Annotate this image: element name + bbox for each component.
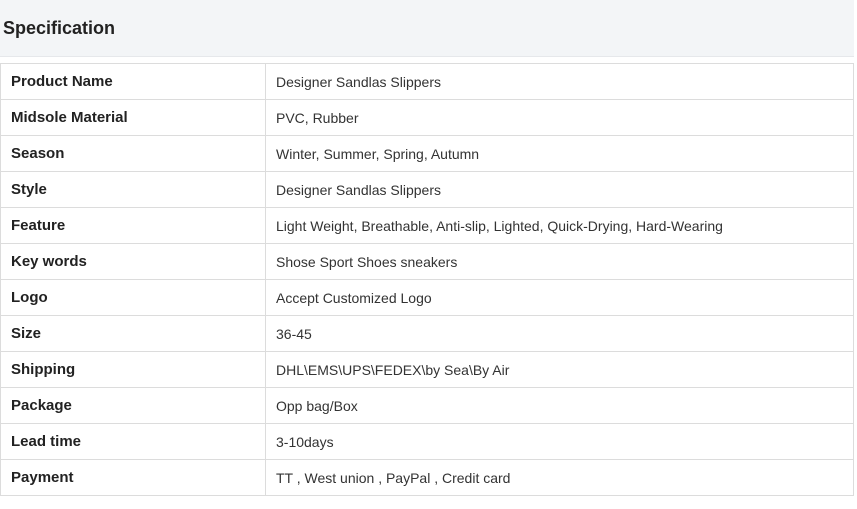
spec-table: Product Name Designer Sandlas Slippers M… <box>0 63 854 496</box>
row-value: Opp bag/Box <box>265 387 854 424</box>
table-row: Midsole Material PVC, Rubber <box>0 99 854 136</box>
table-row: Logo Accept Customized Logo <box>0 279 854 316</box>
page-title: Specification <box>3 17 116 38</box>
row-label: Style <box>0 171 266 208</box>
row-value: 36-45 <box>265 315 854 352</box>
row-label: Midsole Material <box>0 99 266 136</box>
table-row: Season Winter, Summer, Spring, Autumn <box>0 135 854 172</box>
row-value: Winter, Summer, Spring, Autumn <box>265 135 854 172</box>
table-row: Key words Shose Sport Shoes sneakers <box>0 243 854 280</box>
row-value: DHL\EMS\UPS\FEDEX\by Sea\By Air <box>265 351 854 388</box>
row-label: Product Name <box>0 63 266 100</box>
row-label: Payment <box>0 459 266 496</box>
row-label: Shipping <box>0 351 266 388</box>
row-value: Accept Customized Logo <box>265 279 854 316</box>
table-row: Shipping DHL\EMS\UPS\FEDEX\by Sea\By Air <box>0 351 854 388</box>
row-label: Feature <box>0 207 266 244</box>
table-row: Lead time 3-10days <box>0 423 854 460</box>
table-row: Package Opp bag/Box <box>0 387 854 424</box>
row-value: PVC, Rubber <box>265 99 854 136</box>
table-row: Feature Light Weight, Breathable, Anti-s… <box>0 207 854 244</box>
spec-header: Specification <box>0 0 854 57</box>
table-row: Style Designer Sandlas Slippers <box>0 171 854 208</box>
row-value: Light Weight, Breathable, Anti-slip, Lig… <box>265 207 854 244</box>
table-row: Product Name Designer Sandlas Slippers <box>0 63 854 100</box>
row-value: TT , West union , PayPal , Credit card <box>265 459 854 496</box>
row-label: Season <box>0 135 266 172</box>
row-label: Size <box>0 315 266 352</box>
row-label: Logo <box>0 279 266 316</box>
row-label: Package <box>0 387 266 424</box>
row-label: Lead time <box>0 423 266 460</box>
row-value: Designer Sandlas Slippers <box>265 63 854 100</box>
row-value: Shose Sport Shoes sneakers <box>265 243 854 280</box>
table-row: Size 36-45 <box>0 315 854 352</box>
row-value: Designer Sandlas Slippers <box>265 171 854 208</box>
table-row: Payment TT , West union , PayPal , Credi… <box>0 459 854 496</box>
row-label: Key words <box>0 243 266 280</box>
row-value: 3-10days <box>265 423 854 460</box>
